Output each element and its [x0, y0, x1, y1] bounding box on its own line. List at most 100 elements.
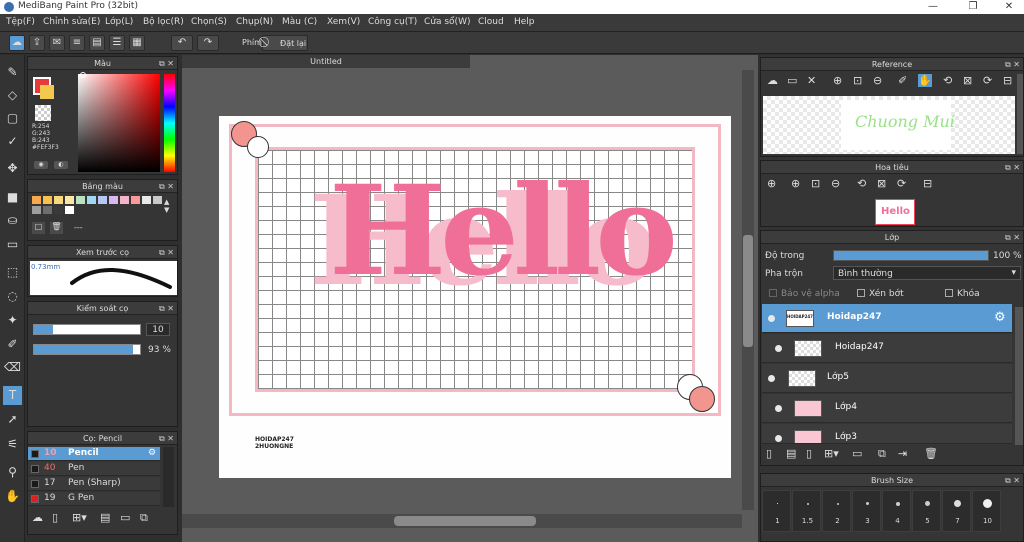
- palette-swatch[interactable]: [120, 196, 129, 204]
- document-canvas[interactable]: Hello Hello HOIDAP247 2HUONGNE: [219, 116, 731, 478]
- flip-icon[interactable]: ⊠: [963, 74, 972, 87]
- delete-layer-icon[interactable]: 🗑: [924, 447, 938, 460]
- brush-size-cell[interactable]: 1: [762, 490, 791, 532]
- brush-size-cell[interactable]: 4: [882, 490, 911, 532]
- panel-close-icon[interactable]: ⧉ ✕: [159, 246, 174, 259]
- hue-slider[interactable]: [164, 74, 175, 172]
- fit-icon[interactable]: ⊡: [853, 74, 862, 87]
- layer-row[interactable]: Lớp5: [762, 364, 1012, 393]
- folder-icon[interactable]: ▭: [852, 447, 862, 460]
- brush-settings-icon[interactable]: ⚙: [148, 448, 156, 458]
- brush-opacity-slider[interactable]: [33, 344, 141, 355]
- palette-scroll-icon[interactable]: ▲ ▼: [164, 198, 169, 214]
- menu-layer[interactable]: Lớp(L): [105, 17, 133, 27]
- lasso-tool-icon[interactable]: ◌: [3, 287, 22, 306]
- panel-close-icon[interactable]: ⧉ ✕: [1005, 161, 1020, 174]
- folder-icon[interactable]: ▭: [120, 511, 130, 524]
- brush-list-scrollbar[interactable]: [163, 447, 174, 507]
- reset-view-icon[interactable]: ⟳: [897, 177, 906, 190]
- merge-layer-icon[interactable]: ⇥: [898, 447, 907, 460]
- fill-rect-tool-icon[interactable]: ■: [3, 188, 22, 207]
- panel-close-icon[interactable]: ⧉ ✕: [1005, 231, 1020, 244]
- maximize-button[interactable]: ❐: [960, 0, 986, 14]
- chat-icon[interactable]: ✉: [49, 35, 65, 51]
- rotate-icon[interactable]: ⟲: [943, 74, 952, 87]
- undo-icon[interactable]: ↶: [171, 35, 193, 51]
- zoom-in-icon[interactable]: ⊕: [767, 177, 776, 190]
- horizontal-scroll-thumb[interactable]: [394, 516, 536, 526]
- panel-close-icon[interactable]: ⧉ ✕: [159, 57, 174, 70]
- vertical-scroll-thumb[interactable]: [743, 235, 753, 347]
- menu-tools[interactable]: Công cụ(T): [368, 17, 417, 27]
- brush-item[interactable]: 10 Pencil ⚙: [28, 447, 160, 461]
- close-reference-icon[interactable]: ✕: [807, 74, 816, 87]
- menu-capture[interactable]: Chụp(N): [236, 17, 273, 27]
- layer-scrollbar[interactable]: [1015, 307, 1023, 445]
- eraser-tool-icon[interactable]: ◇: [3, 86, 22, 105]
- layer-settings-icon[interactable]: ⚙: [994, 310, 1006, 325]
- menu-filter[interactable]: Bộ lọc(R): [143, 17, 184, 27]
- operation-tool-icon[interactable]: ➚: [3, 410, 22, 429]
- palette-swatch[interactable]: [65, 196, 74, 204]
- new-palette-icon[interactable]: □: [32, 222, 45, 234]
- palette-swatch[interactable]: [109, 196, 118, 204]
- lock-checkbox[interactable]: [945, 289, 953, 297]
- menu-window[interactable]: Cửa sổ(W): [424, 17, 470, 27]
- palette-swatch[interactable]: [131, 196, 140, 204]
- folder-open-icon[interactable]: ▭: [787, 74, 797, 87]
- visibility-icon[interactable]: [775, 345, 782, 352]
- menu-select[interactable]: Chọn(S): [191, 17, 227, 27]
- duplicate-brush-icon[interactable]: ⧉: [140, 511, 148, 525]
- redo-icon[interactable]: ↷: [197, 35, 219, 51]
- flip-icon[interactable]: ⊠: [877, 177, 886, 190]
- clip-checkbox[interactable]: [857, 289, 865, 297]
- navigator-thumbnail[interactable]: Hello: [875, 199, 915, 225]
- reset-button[interactable]: ⃠ Đặt lại: [262, 35, 308, 51]
- rotate-icon[interactable]: ⟲: [857, 177, 866, 190]
- text-tool-icon[interactable]: T: [3, 386, 22, 405]
- panel-close-icon[interactable]: ⧉ ✕: [159, 302, 174, 315]
- brush-size-cell[interactable]: 7: [942, 490, 971, 532]
- transparent-swatch[interactable]: [35, 105, 51, 121]
- brush-item[interactable]: 19 G Pen: [28, 492, 160, 506]
- palette-swatch[interactable]: [76, 196, 85, 204]
- minimize-button[interactable]: —: [920, 0, 946, 14]
- menu-view[interactable]: Xem(V): [327, 17, 360, 27]
- brush-size-cell[interactable]: 10: [972, 490, 1001, 532]
- palette-swatch[interactable]: [98, 196, 107, 204]
- palette-swatch[interactable]: [153, 196, 162, 204]
- layer-row[interactable]: Lớp4: [762, 394, 1012, 423]
- layer-row[interactable]: HOIDAP247 Hoidap247 ⚙: [762, 304, 1012, 333]
- menu-color[interactable]: Màu (C): [282, 17, 317, 27]
- list-icon[interactable]: ☰: [109, 35, 125, 51]
- pin-icon[interactable]: ⊟: [1003, 74, 1012, 87]
- visibility-icon[interactable]: [775, 435, 782, 442]
- new-layer-icon[interactable]: ▯: [766, 447, 772, 460]
- reset-view-icon[interactable]: ⟳: [983, 74, 992, 87]
- layer-opacity-slider[interactable]: [833, 250, 989, 261]
- color-swap-button[interactable]: ◐: [54, 161, 68, 169]
- reference-scrollbar[interactable]: [1017, 74, 1023, 154]
- color-mode-button[interactable]: ◉: [34, 161, 48, 169]
- brush-size-cell[interactable]: 2: [822, 490, 851, 532]
- menu-help[interactable]: Help: [514, 17, 535, 27]
- zoom-in-icon[interactable]: ⊕: [833, 74, 842, 87]
- blend-mode-select[interactable]: Bình thường ▾: [833, 266, 1021, 280]
- select-eraser-tool-icon[interactable]: ⌫: [3, 358, 22, 377]
- zoom-out-icon[interactable]: ⊖: [831, 177, 840, 190]
- palette-swatch[interactable]: [54, 196, 63, 204]
- panel-close-icon[interactable]: ⧉ ✕: [1005, 58, 1020, 71]
- palette-swatch[interactable]: [65, 206, 74, 214]
- brush-item[interactable]: 17 Pen (Sharp): [28, 477, 160, 491]
- eyedropper-icon[interactable]: ✐: [898, 74, 907, 87]
- document-tab[interactable]: Untitled: [182, 55, 470, 68]
- palette-swatch[interactable]: [54, 206, 63, 214]
- menu-cloud[interactable]: Cloud: [478, 17, 504, 27]
- menu-file[interactable]: Tệp(F): [6, 17, 35, 27]
- gradient-tool-icon[interactable]: ▭: [3, 235, 22, 254]
- magic-wand-tool-icon[interactable]: ✦: [3, 311, 22, 330]
- cloud-icon[interactable]: ☁: [9, 35, 25, 51]
- move-tool-icon[interactable]: ✥: [3, 159, 22, 178]
- eyedropper-tool-icon[interactable]: ⚲: [3, 463, 22, 482]
- cloud-icon[interactable]: ☁: [767, 74, 778, 87]
